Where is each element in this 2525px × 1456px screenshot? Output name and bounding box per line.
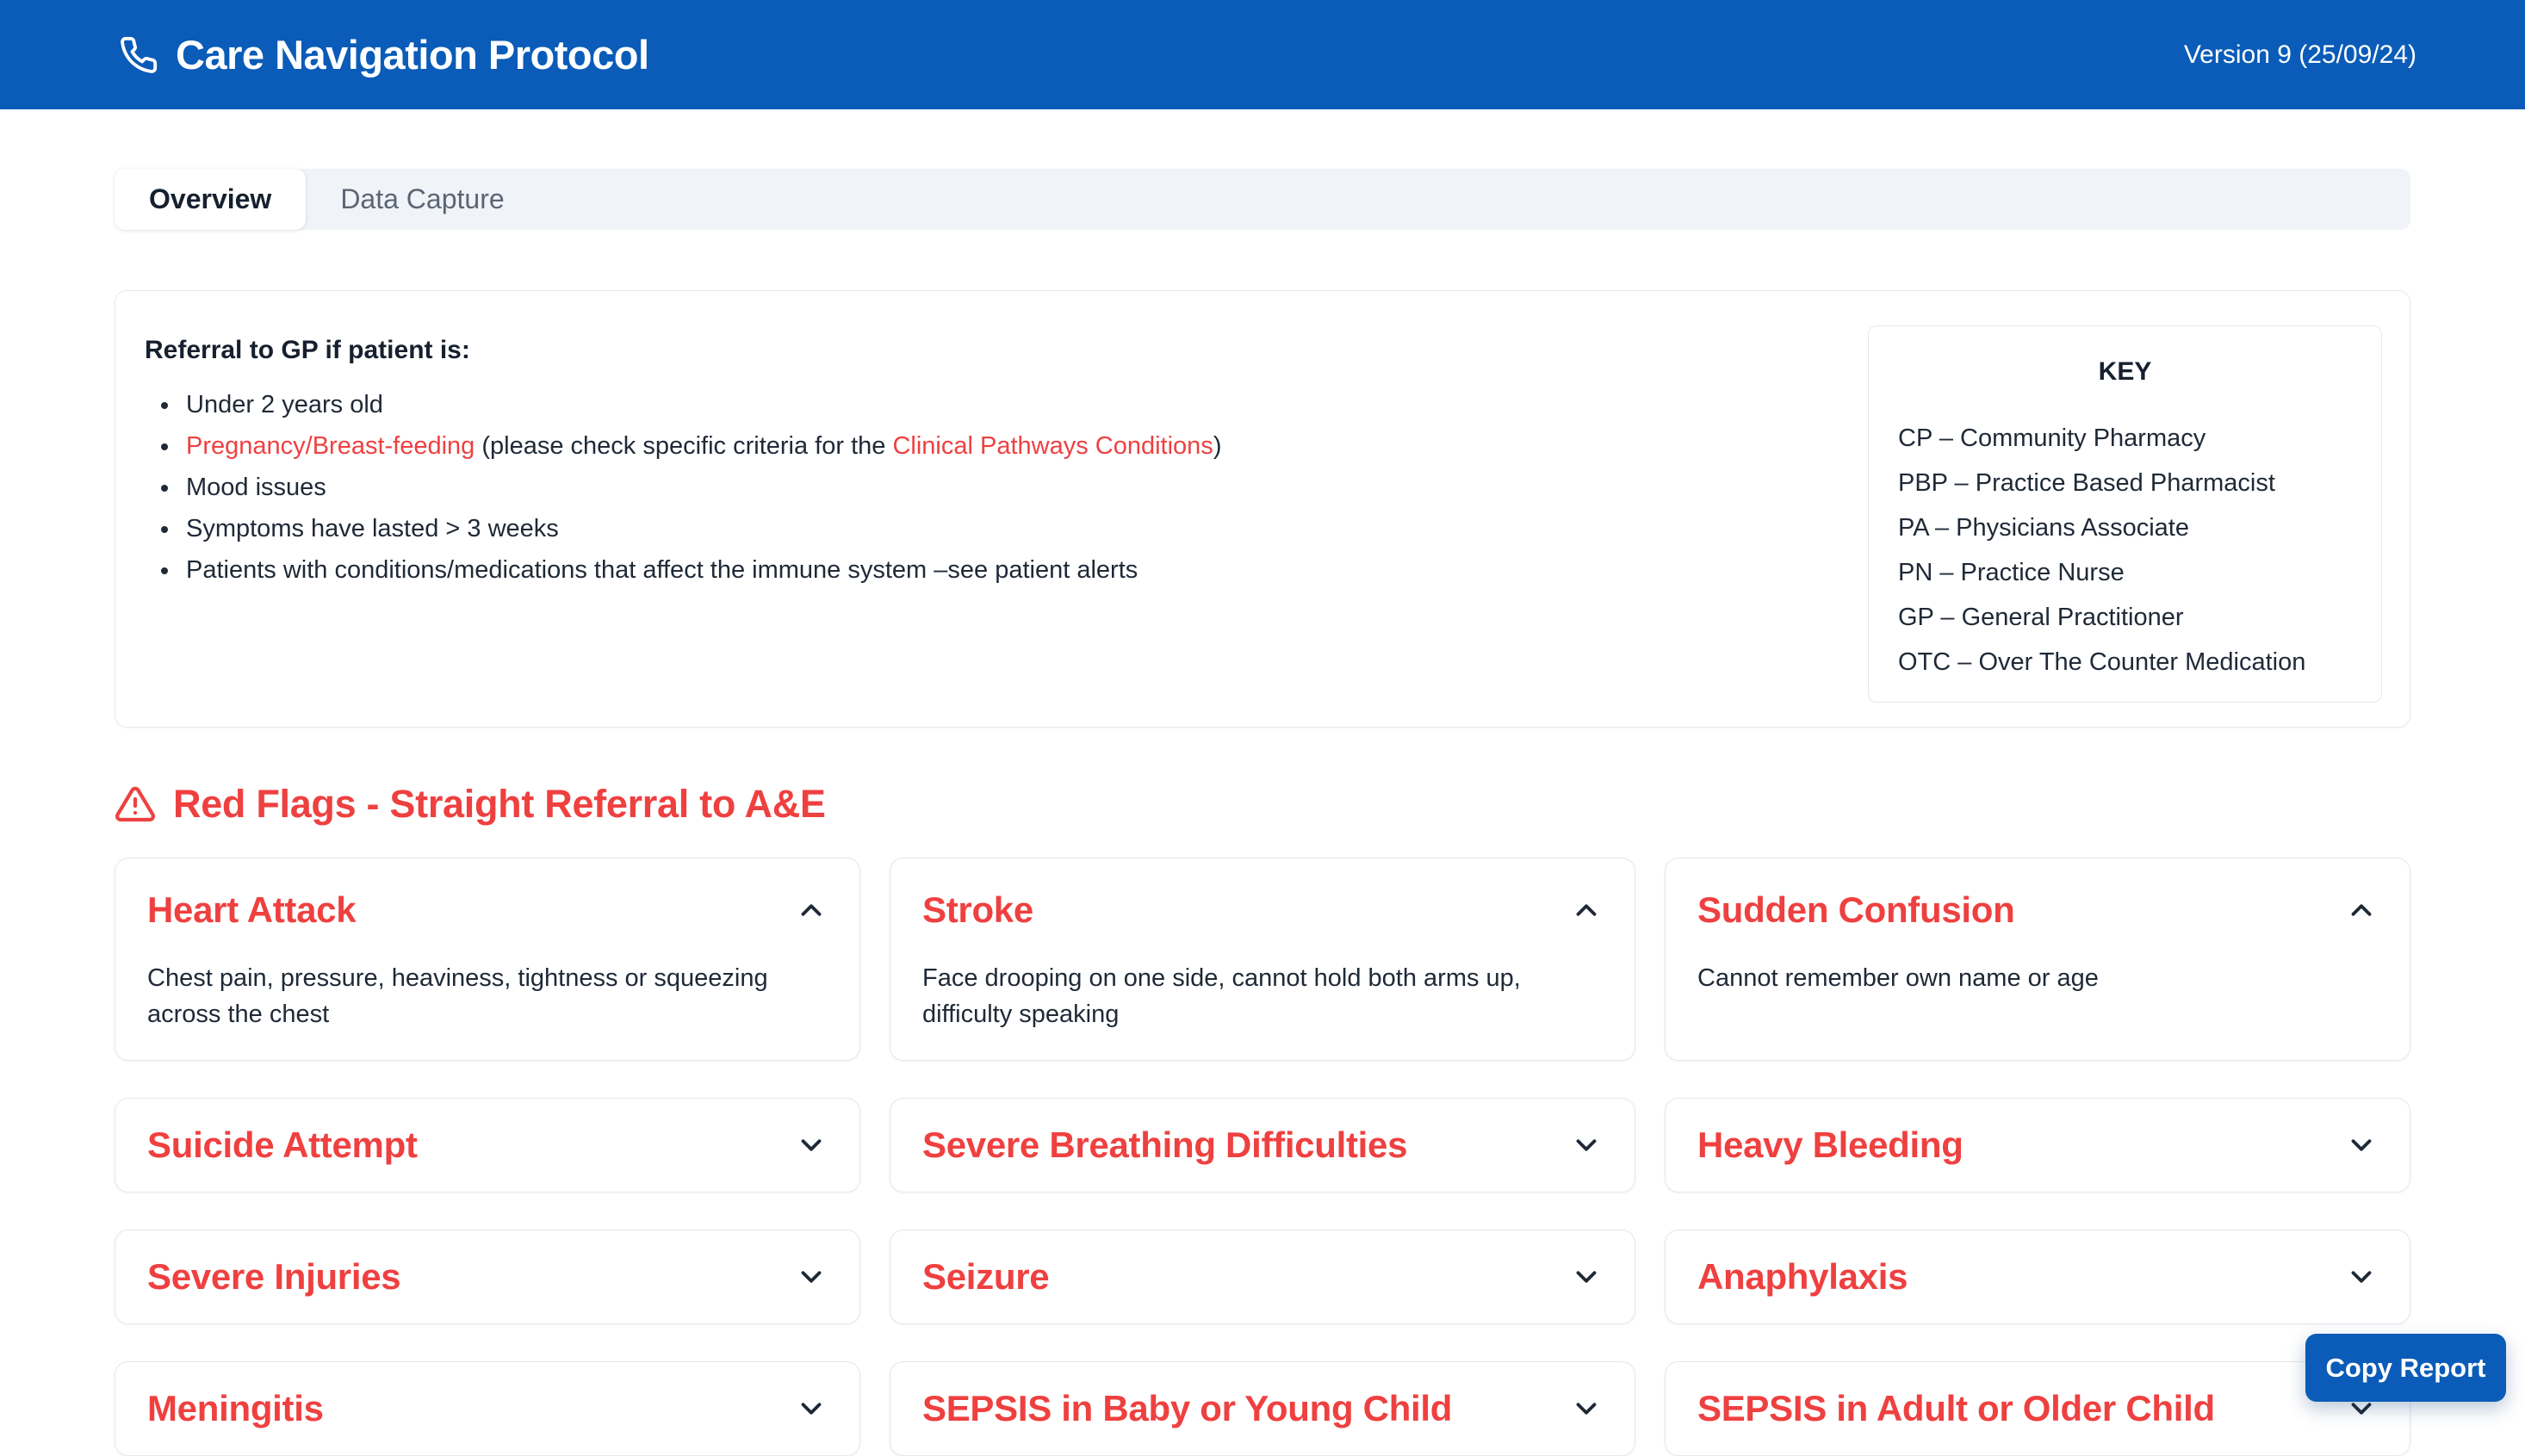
redflag-card-sepsis-baby-young-child[interactable]: SEPSIS in Baby or Young Child <box>890 1361 1635 1456</box>
referral-bullet: Under 2 years old <box>181 384 1221 425</box>
card-title: Stroke <box>922 889 1033 931</box>
redflag-card-heavy-bleeding[interactable]: Heavy Bleeding <box>1665 1098 2410 1193</box>
warning-triangle-icon <box>115 784 156 825</box>
abbreviation-key-panel: KEY CP – Community Pharmacy PBP – Practi… <box>1868 325 2382 703</box>
redflag-card-severe-injuries[interactable]: Severe Injuries <box>115 1230 860 1324</box>
tab-bar: Overview Data Capture <box>115 169 2410 230</box>
bullet-text: Mood issues <box>186 474 326 501</box>
chevron-down-icon[interactable] <box>1570 1261 1603 1293</box>
redflag-card-suicide-attempt[interactable]: Suicide Attempt <box>115 1098 860 1193</box>
page-title: Care Navigation Protocol <box>176 31 649 78</box>
card-title: Heavy Bleeding <box>1697 1125 1964 1166</box>
bullet-text: Patients with conditions/medications tha… <box>186 556 1138 584</box>
copy-report-button[interactable]: Copy Report <box>2305 1334 2506 1402</box>
key-title: KEY <box>1898 357 2352 387</box>
referral-criteria: Referral to GP if patient is: Under 2 ye… <box>145 325 1221 692</box>
card-title: Severe Breathing Difficulties <box>922 1125 1407 1166</box>
card-title: Heart Attack <box>147 889 356 931</box>
bullet-text: Under 2 years old <box>186 391 383 418</box>
key-item-cp: CP – Community Pharmacy <box>1898 416 2352 461</box>
referral-bullet: Pregnancy/Breast-feeding (please check s… <box>181 425 1221 467</box>
card-title: Severe Injuries <box>147 1256 400 1298</box>
pregnancy-link[interactable]: Pregnancy/Breast-feeding <box>186 432 475 460</box>
redflag-card-anaphylaxis[interactable]: Anaphylaxis <box>1665 1230 2410 1324</box>
referral-heading: Referral to GP if patient is: <box>145 336 1221 365</box>
card-title: SEPSIS in Baby or Young Child <box>922 1388 1452 1429</box>
bullet-text: (please check specific criteria for the <box>475 432 892 460</box>
card-title: Sudden Confusion <box>1697 889 2014 931</box>
card-title: Seizure <box>922 1256 1049 1298</box>
chevron-down-icon[interactable] <box>795 1392 828 1425</box>
referral-bullet: Symptoms have lasted > 3 weeks <box>181 508 1221 549</box>
card-title: Anaphylaxis <box>1697 1256 1908 1298</box>
card-body: Chest pain, pressure, heaviness, tightne… <box>147 960 789 1032</box>
key-item-pn: PN – Practice Nurse <box>1898 550 2352 595</box>
bullet-text: ) <box>1213 432 1222 460</box>
card-body: Cannot remember own name or age <box>1697 960 2339 996</box>
tab-data-capture[interactable]: Data Capture <box>306 169 538 230</box>
referral-bullet: Mood issues <box>181 467 1221 508</box>
card-title: SEPSIS in Adult or Older Child <box>1697 1388 2215 1429</box>
redflag-card-sepsis-adult-older-child[interactable]: SEPSIS in Adult or Older Child <box>1665 1361 2410 1456</box>
chevron-down-icon[interactable] <box>2345 1261 2378 1293</box>
card-body: Face drooping on one side, cannot hold b… <box>922 960 1564 1032</box>
redflag-card-sudden-confusion[interactable]: Sudden Confusion Cannot remember own nam… <box>1665 858 2410 1061</box>
redflag-card-seizure[interactable]: Seizure <box>890 1230 1635 1324</box>
chevron-down-icon[interactable] <box>795 1261 828 1293</box>
chevron-up-icon[interactable] <box>795 894 828 926</box>
app-header: Care Navigation Protocol Version 9 (25/0… <box>0 0 2525 109</box>
chevron-up-icon[interactable] <box>1570 894 1603 926</box>
referral-bullet: Patients with conditions/medications tha… <box>181 549 1221 591</box>
red-flags-title: Red Flags - Straight Referral to A&E <box>173 783 826 826</box>
redflag-card-heart-attack[interactable]: Heart Attack Chest pain, pressure, heavi… <box>115 858 860 1061</box>
bullet-text: Symptoms have lasted > 3 weeks <box>186 515 559 542</box>
redflag-card-meningitis[interactable]: Meningitis <box>115 1361 860 1456</box>
key-item-pa: PA – Physicians Associate <box>1898 505 2352 550</box>
key-item-otc: OTC – Over The Counter Medication <box>1898 640 2352 685</box>
red-flags-heading: Red Flags - Straight Referral to A&E <box>115 783 2410 826</box>
card-title: Suicide Attempt <box>147 1125 418 1166</box>
key-item-pbp: PBP – Practice Based Pharmacist <box>1898 461 2352 505</box>
referral-info-panel: Referral to GP if patient is: Under 2 ye… <box>115 290 2410 728</box>
tab-overview[interactable]: Overview <box>115 169 306 230</box>
key-item-gp: GP – General Practitioner <box>1898 595 2352 640</box>
chevron-up-icon[interactable] <box>2345 894 2378 926</box>
version-label: Version 9 (25/09/24) <box>2184 40 2416 70</box>
chevron-down-icon[interactable] <box>1570 1129 1603 1162</box>
chevron-down-icon[interactable] <box>795 1129 828 1162</box>
red-flag-cards-grid: Heart Attack Chest pain, pressure, heavi… <box>115 858 2410 1456</box>
referral-bullet-list: Under 2 years old Pregnancy/Breast-feedi… <box>145 384 1221 591</box>
redflag-card-stroke[interactable]: Stroke Face drooping on one side, cannot… <box>890 858 1635 1061</box>
phone-icon <box>119 35 158 75</box>
main-content: Overview Data Capture Referral to GP if … <box>0 169 2525 1456</box>
clinical-pathways-link[interactable]: Clinical Pathways Conditions <box>892 432 1213 460</box>
chevron-down-icon[interactable] <box>2345 1129 2378 1162</box>
redflag-card-severe-breathing-difficulties[interactable]: Severe Breathing Difficulties <box>890 1098 1635 1193</box>
card-title: Meningitis <box>147 1388 324 1429</box>
chevron-down-icon[interactable] <box>1570 1392 1603 1425</box>
